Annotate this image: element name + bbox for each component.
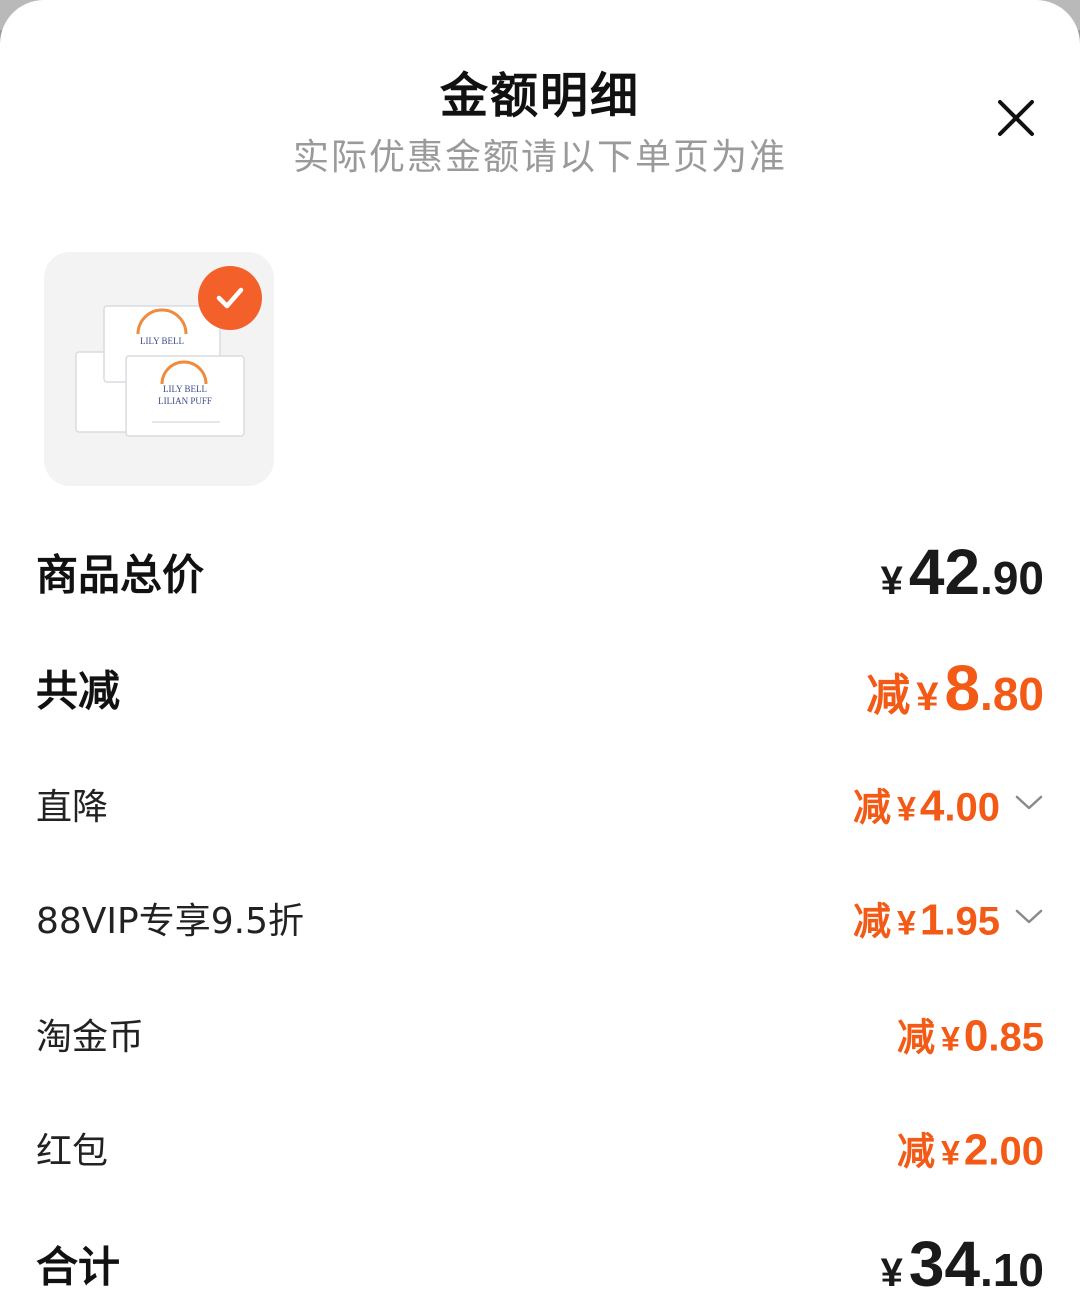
currency-symbol: ¥: [916, 675, 939, 719]
discount-hongbao-integer: 2: [963, 1125, 989, 1175]
product-brand-text: LILY BELL: [163, 384, 207, 394]
close-icon: [998, 100, 1034, 136]
discount-hongbao-value: 减 ¥ 2 .00: [897, 1121, 1044, 1176]
row-goods-total: 商品总价 ¥ 42 .90: [36, 532, 1044, 612]
discount-direct-integer: 4: [919, 781, 945, 831]
selected-badge: [198, 266, 262, 330]
currency-symbol: ¥: [940, 1134, 960, 1173]
currency-symbol: ¥: [896, 790, 916, 829]
discount-hongbao-decimal: .00: [988, 1129, 1044, 1174]
discount-prefix: 减: [852, 899, 891, 944]
discount-prefix: 减: [896, 1015, 935, 1060]
product-name-text: LILIAN PUFF: [158, 396, 212, 406]
goods-total-label: 商品总价: [36, 550, 205, 600]
total-discount-value: 减 ¥ 8 .80: [866, 651, 1044, 725]
discount-taojinbi-decimal: .85: [988, 1015, 1044, 1060]
currency-symbol: ¥: [880, 559, 903, 603]
row-discount-taojinbi: 淘金币 减 ¥ 0 .85: [36, 994, 1044, 1074]
row-discount-hongbao: 红包 减 ¥ 2 .00: [36, 1108, 1044, 1188]
chevron-down-icon[interactable]: [1014, 906, 1044, 926]
discount-88vip-label: 88VIP专享9.5折: [36, 901, 305, 942]
final-total-integer: 34: [908, 1228, 981, 1300]
discount-taojinbi-value: 减 ¥ 0 .85: [897, 1007, 1044, 1062]
discount-direct-decimal: .00: [944, 785, 1000, 830]
final-total-label: 合计: [36, 1242, 121, 1292]
currency-symbol: ¥: [880, 1251, 903, 1295]
discount-prefix: 减: [896, 1129, 935, 1174]
sheet-title: 金额明细: [439, 68, 640, 124]
row-total-discount: 共减 减 ¥ 8 .80: [36, 648, 1044, 728]
row-discount-88vip[interactable]: 88VIP专享9.5折 减 ¥ 1 .95: [36, 878, 1044, 958]
discount-prefix: 减: [852, 785, 891, 830]
goods-total-decimal: .90: [980, 552, 1044, 604]
goods-total-integer: 42: [908, 536, 981, 608]
discount-prefix: 减: [866, 670, 911, 721]
total-discount-decimal: .80: [980, 668, 1044, 720]
discount-hongbao-label: 红包: [36, 1131, 109, 1172]
discount-88vip-integer: 1: [919, 895, 945, 945]
price-detail-sheet: 金额明细 实际优惠金额请以下单页为准 LILY BELL LILY BELL L…: [0, 0, 1080, 1316]
discount-88vip-value: 减 ¥ 1 .95: [853, 891, 1000, 946]
currency-symbol: ¥: [896, 904, 916, 943]
total-discount-label: 共减: [36, 666, 121, 716]
check-icon: [216, 287, 244, 309]
discount-direct-label: 直降: [36, 787, 109, 828]
currency-symbol: ¥: [940, 1020, 960, 1059]
final-total-value: ¥ 34 .10: [881, 1227, 1044, 1301]
discount-88vip-decimal: .95: [944, 899, 1000, 944]
final-total-decimal: .10: [980, 1244, 1044, 1296]
goods-total-value: ¥ 42 .90: [881, 535, 1044, 609]
discount-taojinbi-integer: 0: [963, 1011, 989, 1061]
total-discount-integer: 8: [944, 652, 981, 724]
product-brand-text-back: LILY BELL: [140, 336, 184, 346]
discount-direct-value: 减 ¥ 4 .00: [853, 777, 1000, 832]
sheet-subtitle: 实际优惠金额请以下单页为准: [292, 137, 787, 178]
close-button[interactable]: [992, 96, 1040, 144]
chevron-down-icon[interactable]: [1014, 792, 1044, 812]
row-final-total: 合计 ¥ 34 .10: [36, 1224, 1044, 1304]
row-discount-direct[interactable]: 直降 减 ¥ 4 .00: [36, 764, 1044, 844]
discount-taojinbi-label: 淘金币: [36, 1017, 145, 1058]
